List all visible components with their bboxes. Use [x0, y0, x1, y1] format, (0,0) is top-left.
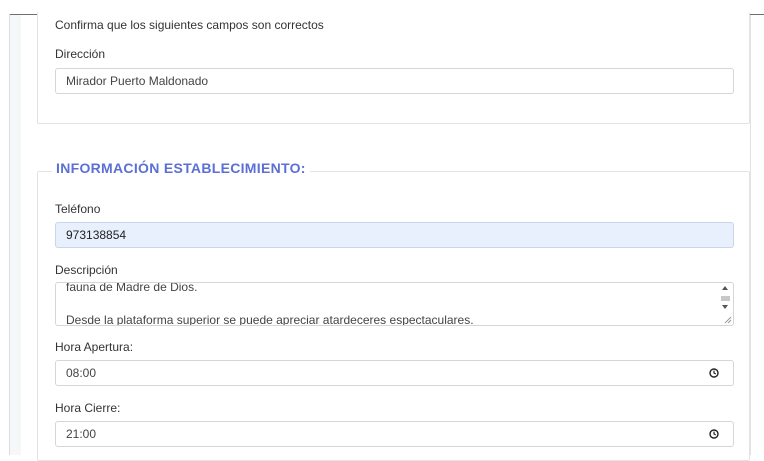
scroll-down-icon[interactable]: [722, 305, 728, 309]
direccion-label: Dirección: [55, 47, 106, 61]
hora-cierre-label: Hora Cierre:: [55, 401, 121, 415]
hora-cierre-value: 21:00: [66, 427, 97, 441]
clock-icon[interactable]: [709, 429, 719, 439]
scroll-thumb[interactable]: [721, 296, 730, 301]
direccion-field[interactable]: Mirador Puerto Maldonado: [55, 68, 734, 94]
left-border: [9, 14, 10, 455]
descripcion-line-1: fauna de Madre de Dios.: [66, 282, 198, 294]
confirm-intro: Confirma que los siguientes campos son c…: [55, 18, 324, 32]
descripcion-textarea[interactable]: fauna de Madre de Dios. Desde la platafo…: [55, 282, 734, 326]
hora-apertura-label: Hora Apertura:: [55, 340, 134, 354]
hora-apertura-input[interactable]: 08:00: [55, 360, 734, 386]
right-border: [750, 15, 751, 455]
scroll-up-icon[interactable]: [722, 286, 728, 290]
telefono-field[interactable]: 973138854: [55, 222, 734, 248]
descripcion-label: Descripción: [55, 263, 118, 277]
clock-icon[interactable]: [709, 368, 719, 378]
section-legend: INFORMACIÓN ESTABLECIMIENTO:: [52, 160, 310, 176]
left-gutter: [10, 15, 21, 455]
hora-apertura-value: 08:00: [66, 366, 97, 380]
telefono-label: Teléfono: [55, 202, 101, 216]
descripcion-line-2: Desde la plataforma superior se puede ap…: [66, 313, 474, 326]
hora-cierre-input[interactable]: 21:00: [55, 421, 734, 447]
resize-handle-icon[interactable]: [724, 316, 732, 324]
